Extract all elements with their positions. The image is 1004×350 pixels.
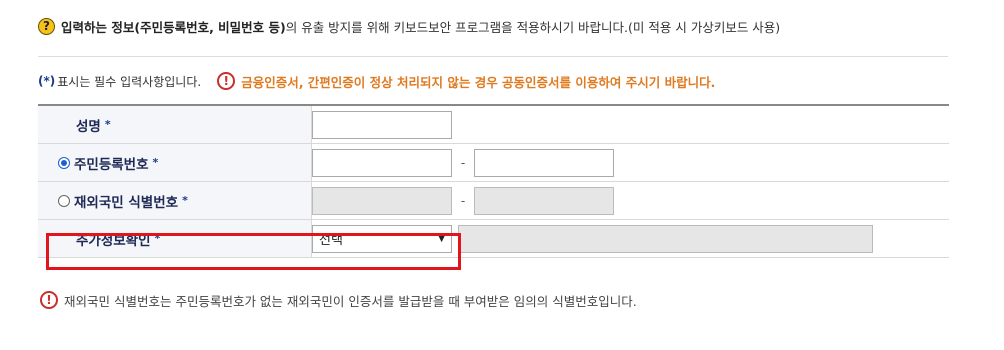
question-icon: ? [38, 17, 55, 35]
name-label: 성명 [76, 118, 101, 135]
foreigner-label: 재외국민 식별번호 [74, 194, 179, 211]
dash: - [460, 193, 466, 208]
notice-text: 의 유출 방지를 위해 키보드보안 프로그램을 적용하시기 바랍니다.(미 적용… [285, 19, 781, 35]
resident-label-cell: 주민등록번호 * [38, 143, 312, 182]
certificate-warning: 금융인증서, 간편인증이 정상 처리되지 않는 경우 공동인증서를 이용하여 주… [241, 74, 716, 90]
divider [38, 56, 948, 57]
foreigner-id-back-input [474, 186, 614, 215]
name-label-cell: 성명 * [38, 105, 312, 144]
keyboard-security-notice: ? 입력하는 정보(주민등록번호, 비밀번호 등) 의 유출 방지를 위해 키보… [38, 14, 780, 38]
row-foreigner-id: 재외국민 식별번호 * - [38, 181, 949, 220]
resident-number-front-input[interactable] [312, 148, 452, 177]
row-name: 성명 * [38, 105, 949, 144]
alert-icon: ! [40, 291, 58, 309]
required-star: * [152, 156, 159, 169]
foreigner-radio[interactable] [58, 194, 70, 207]
dash: - [460, 155, 466, 170]
foreigner-label-cell: 재외국민 식별번호 * [38, 181, 312, 220]
bottom-note-text: 재외국민 식별번호는 주민등록번호가 없는 재외국민이 인증서를 발급받을 때 … [64, 293, 637, 309]
resident-label: 주민등록번호 [74, 156, 149, 173]
resident-number-back-input[interactable] [474, 148, 614, 177]
resident-value-cell: - [311, 143, 949, 182]
row-resident-number: 주민등록번호 * - [38, 143, 949, 182]
required-star: * [182, 194, 188, 207]
extra-info-input [458, 224, 873, 253]
required-star: * [104, 118, 111, 131]
foreigner-value-cell: - [311, 181, 949, 220]
required-mark: (*) [38, 74, 56, 88]
alert-icon: ! [217, 72, 236, 90]
required-fields-row: (*) 표시는 필수 입력사항입니다. ! 금융인증서, 간편인증이 정상 처리… [38, 70, 715, 92]
foreigner-id-front-input [312, 186, 452, 215]
name-input[interactable] [312, 110, 452, 139]
notice-bold-text: 입력하는 정보(주민등록번호, 비밀번호 등) [61, 19, 286, 35]
foreigner-id-note: ! 재외국민 식별번호는 주민등록번호가 없는 재외국민이 인증서를 발급받을 … [38, 288, 637, 312]
resident-radio[interactable] [58, 156, 70, 169]
highlight-box [46, 233, 461, 270]
name-value-cell [311, 105, 949, 144]
required-text: 표시는 필수 입력사항입니다. [57, 74, 202, 89]
